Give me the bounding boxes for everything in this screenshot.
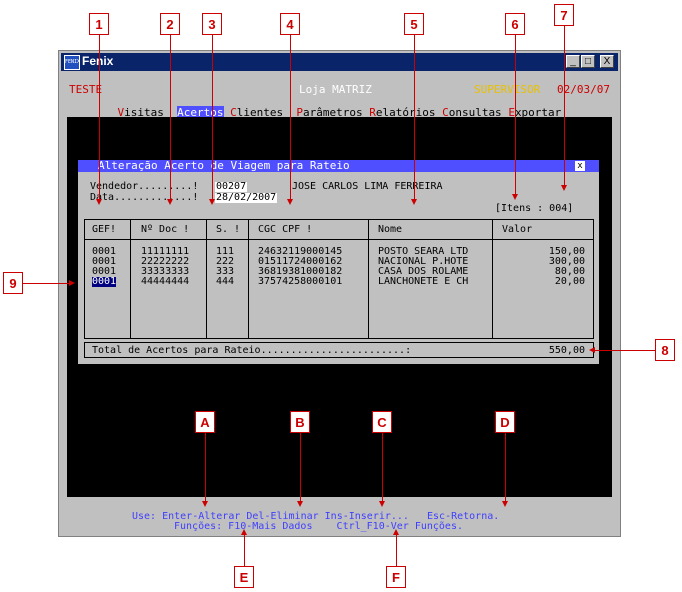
- callout-6: 6: [505, 13, 525, 35]
- acertos-table: GEF! Nº Doc ! S. ! CGC CPF ! Nome Valor …: [84, 219, 594, 339]
- vendedor-label: Vendedor.........!: [90, 181, 199, 192]
- dialog-close-icon[interactable]: x: [575, 161, 585, 171]
- dialog-title: Alteração Acerto de Viagem para Rateio: [98, 159, 350, 172]
- callout-B: B: [290, 411, 310, 433]
- callout-7: 7: [554, 4, 574, 26]
- total-label: Total de Acertos para Rateio............…: [92, 345, 412, 356]
- callout-5: 5: [404, 13, 424, 35]
- callout-C: C: [372, 411, 392, 433]
- minimize-button[interactable]: _: [566, 55, 580, 68]
- cell-gef[interactable]: 0001: [92, 277, 117, 287]
- callout-4: 4: [280, 13, 300, 35]
- work-area: Alteração Acerto de Viagem para Rateio x…: [67, 117, 612, 497]
- maximize-button[interactable]: □: [581, 55, 595, 68]
- cell-serie: 444: [216, 276, 235, 287]
- footer-shortcuts-line2: Funções: F10-Mais Dados Ctrl_F10-Ver Fun…: [174, 521, 463, 532]
- total-value: 550,00: [548, 345, 585, 356]
- callout-A: A: [195, 411, 215, 433]
- data-field[interactable]: 28/02/2007: [215, 193, 278, 203]
- callout-F: F: [386, 566, 406, 588]
- window-titlebar[interactable]: FENIX Fenix _ □ X: [61, 53, 618, 71]
- callout-2: 2: [160, 13, 180, 35]
- callout-9: 9: [3, 272, 23, 294]
- col-header-nome: Nome: [378, 224, 403, 235]
- total-bar: Total de Acertos para Rateio............…: [84, 342, 594, 358]
- col-header-cgc: CGC CPF !: [258, 224, 313, 235]
- app-window: FENIX Fenix _ □ X TESTE Loja MATRIZ SUPE…: [58, 50, 621, 537]
- dialog-titlebar: Alteração Acerto de Viagem para Rateio x: [78, 160, 599, 172]
- cell-valor: 20,00: [554, 276, 585, 287]
- vendedor-code-field[interactable]: 00207: [215, 182, 248, 192]
- itens-count: [Itens : 004]: [495, 203, 574, 214]
- callout-1: 1: [89, 13, 109, 35]
- callout-8: 8: [655, 339, 675, 361]
- app-icon: FENIX: [64, 55, 80, 70]
- vendedor-name: JOSE CARLOS LIMA FERREIRA: [292, 181, 443, 192]
- data-label: Data.............!: [90, 192, 199, 203]
- cell-cgc: 37574258000101: [258, 276, 343, 287]
- col-header-doc: Nº Doc !: [141, 224, 190, 235]
- cell-doc: 44444444: [141, 276, 190, 287]
- dialog-alteracao-acerto: Alteração Acerto de Viagem para Rateio x…: [78, 160, 599, 364]
- cell-nome: LANCHONETE E CH: [378, 276, 469, 287]
- callout-E: E: [234, 566, 254, 588]
- callout-3: 3: [202, 13, 222, 35]
- col-header-valor: Valor: [502, 224, 533, 235]
- window-title: Fenix: [82, 54, 114, 68]
- col-header-gef: GEF!: [92, 224, 117, 235]
- close-button[interactable]: X: [600, 55, 614, 68]
- col-header-serie: S. !: [216, 224, 241, 235]
- callout-D: D: [495, 411, 515, 433]
